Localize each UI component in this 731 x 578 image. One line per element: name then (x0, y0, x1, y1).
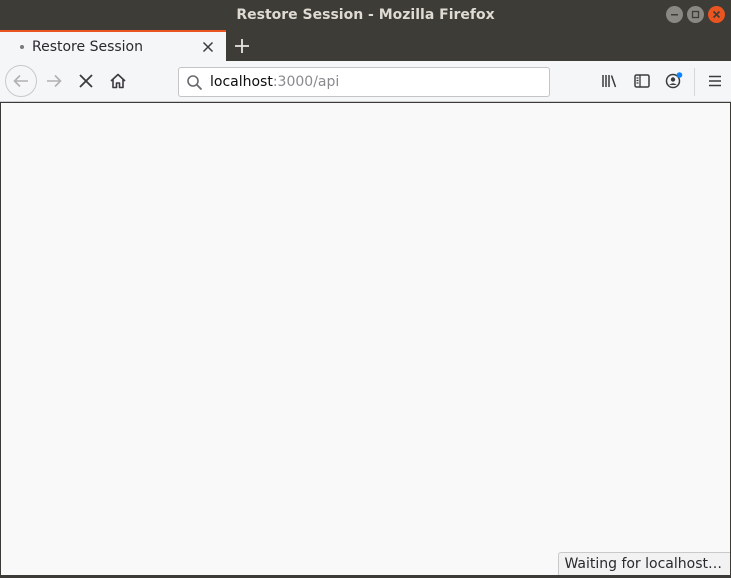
tab-title: Restore Session (32, 38, 143, 55)
library-icon (602, 75, 617, 88)
status-panel: Waiting for localhost… (558, 552, 730, 575)
tab-strip: Restore Session (0, 30, 731, 61)
url-bar[interactable]: localhost:3000/api (178, 67, 550, 97)
toolbar-separator (694, 68, 695, 96)
stop-button[interactable] (74, 69, 98, 93)
tab-loading-indicator (20, 44, 24, 49)
back-button[interactable] (5, 65, 37, 97)
plus-icon (235, 39, 249, 53)
new-tab-button[interactable] (230, 34, 254, 58)
navigation-toolbar: localhost:3000/api (0, 61, 731, 102)
minimize-button[interactable] (666, 6, 683, 23)
tab-restore-session[interactable]: Restore Session (0, 30, 226, 61)
window-controls (666, 6, 725, 23)
back-arrow-icon (13, 74, 28, 88)
url-host: localhost (210, 74, 273, 90)
maximize-icon (691, 10, 700, 19)
forward-button[interactable] (42, 69, 66, 93)
account-icon (665, 72, 683, 89)
home-button[interactable] (106, 69, 130, 93)
home-icon (110, 73, 126, 89)
stop-icon (79, 74, 93, 88)
url-text[interactable]: localhost:3000/api (210, 74, 339, 90)
page-content[interactable]: Waiting for localhost… (1, 103, 730, 575)
window-titlebar[interactable]: Restore Session - Mozilla Firefox (0, 0, 731, 30)
url-path: :3000/api (272, 74, 340, 90)
maximize-button[interactable] (687, 6, 704, 23)
hamburger-menu-icon (709, 75, 721, 87)
close-window-button[interactable] (708, 6, 725, 23)
search-icon (186, 74, 203, 91)
close-icon (202, 41, 214, 52)
tab-close-button[interactable] (200, 39, 216, 55)
library-button[interactable] (599, 70, 621, 92)
sidebar-icon (634, 74, 650, 88)
menu-button[interactable] (704, 70, 726, 92)
forward-arrow-icon (47, 74, 62, 88)
sidebar-button[interactable] (631, 70, 653, 92)
account-button[interactable] (663, 70, 685, 92)
window-title: Restore Session - Mozilla Firefox (236, 7, 495, 23)
minimize-icon (671, 14, 678, 16)
close-icon (712, 10, 721, 19)
